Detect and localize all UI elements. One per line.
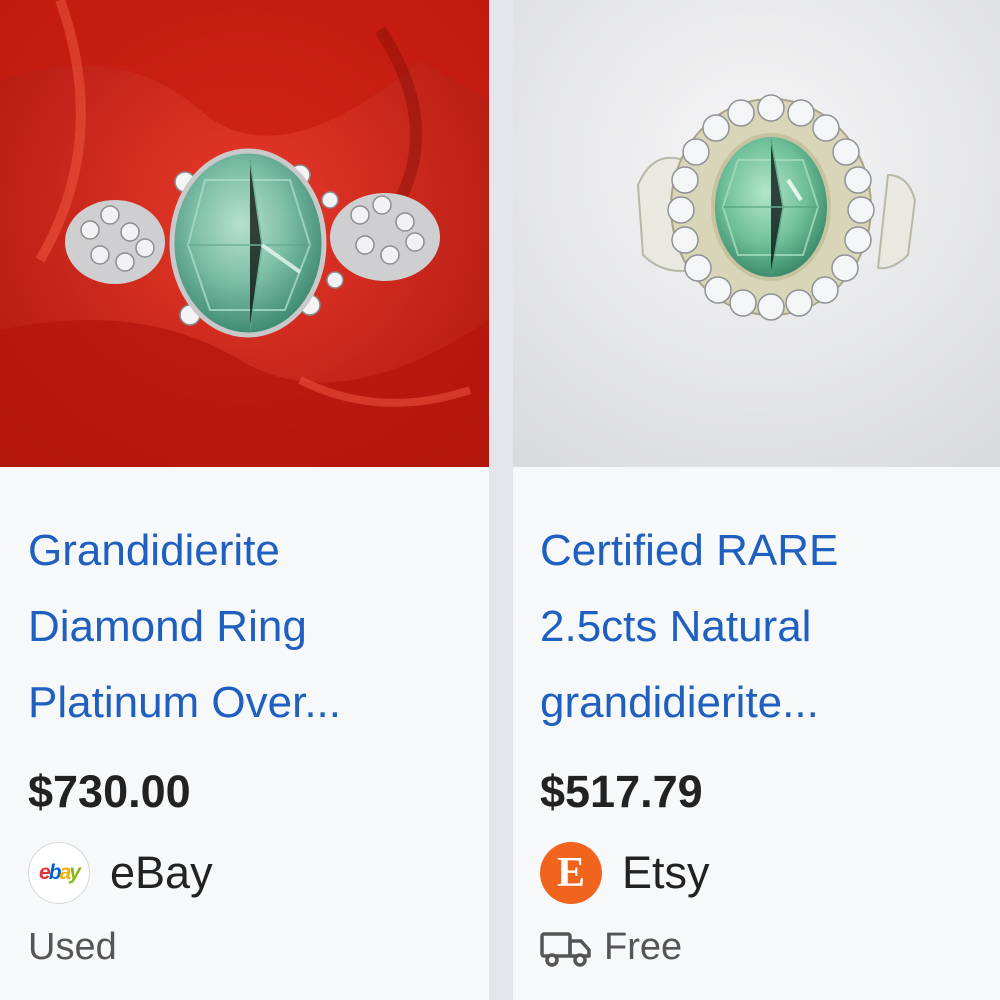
product-card[interactable]: Certified RARE 2.5cts Natural grandidier… xyxy=(513,0,1000,1000)
seller-name: eBay xyxy=(110,847,213,898)
product-title-line: Diamond Ring xyxy=(28,602,307,651)
item-condition: Used xyxy=(28,926,117,968)
shipping-info: Free xyxy=(540,926,682,969)
grandidierite-halo-ring-photo xyxy=(513,0,1000,467)
product-title-line: Platinum Over... xyxy=(28,678,342,727)
product-title[interactable]: Certified RARE 2.5cts Natural grandidier… xyxy=(540,513,980,741)
grandidierite-ring-photo xyxy=(0,0,489,467)
product-image[interactable] xyxy=(513,0,1000,467)
product-price: $517.79 xyxy=(540,766,703,817)
etsy-logo-text: E xyxy=(556,850,585,896)
ebay-logo-icon: ebay xyxy=(28,842,90,904)
product-title-line: 2.5cts Natural xyxy=(540,602,812,651)
shipping-label: Free xyxy=(604,926,683,968)
seller[interactable]: E Etsy xyxy=(540,842,710,904)
product-title[interactable]: Grandidierite Diamond Ring Platinum Over… xyxy=(28,513,468,741)
etsy-logo-icon: E xyxy=(540,842,602,904)
product-title-line: grandidierite... xyxy=(540,678,819,727)
product-title-line: Grandidierite xyxy=(28,526,280,575)
ebay-logo-text: ebay xyxy=(39,861,81,884)
seller[interactable]: ebay eBay xyxy=(28,842,213,904)
product-price: $730.00 xyxy=(28,766,191,817)
seller-name: Etsy xyxy=(622,847,710,898)
product-title-line: Certified RARE xyxy=(540,526,839,575)
product-card[interactable]: Grandidierite Diamond Ring Platinum Over… xyxy=(0,0,489,1000)
product-image[interactable] xyxy=(0,0,489,467)
truck-icon xyxy=(540,931,591,967)
